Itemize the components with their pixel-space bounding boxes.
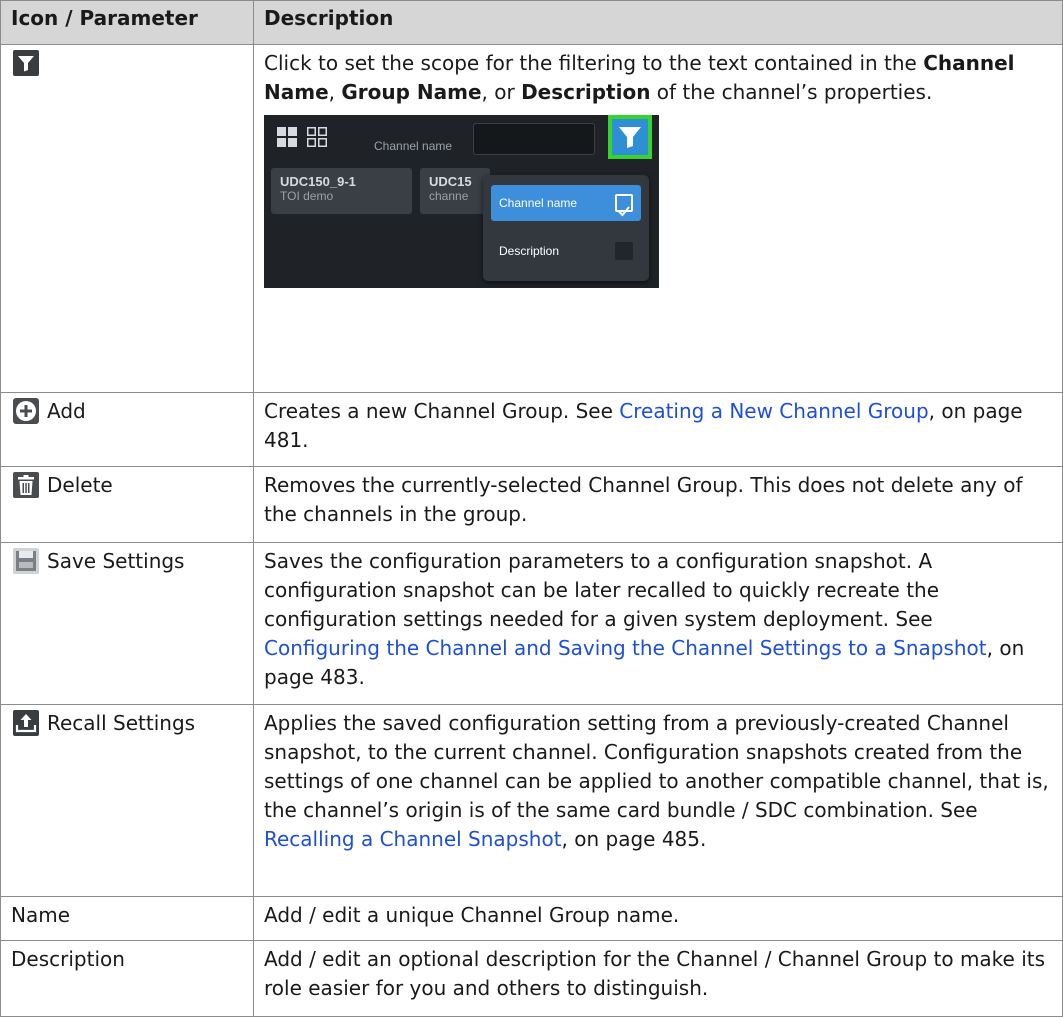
- grid-small-icon[interactable]: [307, 127, 327, 156]
- table-row-name: Name Add / edit a unique Channel Group n…: [0, 896, 1063, 941]
- param-cell-add: Add: [0, 392, 254, 467]
- param-cell-description: Description: [0, 940, 254, 1017]
- filter-desc-sep2: , or: [481, 80, 522, 104]
- tile-2-subtitle: channe: [429, 189, 469, 203]
- grid-large-icon[interactable]: [277, 127, 297, 156]
- recall-desc-prefix: Applies the saved configuration setting …: [264, 711, 1049, 822]
- tile-1-subtitle: TOI demo: [280, 189, 334, 203]
- link-creating-new-channel-group[interactable]: Creating a New Channel Group: [619, 399, 928, 423]
- tile-2-title: UDC15: [429, 174, 472, 189]
- table-row-add: Add Creates a new Channel Group. See Cre…: [0, 392, 1063, 467]
- table-header-row: Icon / Parameter Description: [0, 0, 1063, 45]
- filter-desc-suffix: of the channel’s properties.: [650, 80, 933, 104]
- param-label-add: Add: [47, 399, 86, 423]
- table-row-delete: Delete Removes the currently-selected Ch…: [0, 466, 1063, 543]
- param-label-delete: Delete: [47, 473, 113, 497]
- filter-desc-prefix: Click to set the scope for the filtering…: [264, 51, 924, 75]
- checkbox-unchecked-icon[interactable]: [615, 242, 633, 260]
- param-cell-filter: [0, 44, 254, 393]
- trash-icon: [13, 472, 39, 498]
- header-icon-parameter: Icon / Parameter: [0, 0, 254, 45]
- table-row-recall-settings: Recall Settings Applies the saved config…: [0, 704, 1063, 897]
- param-label-save: Save Settings: [47, 549, 185, 573]
- param-cell-name: Name: [0, 896, 254, 941]
- desc-cell-name: Add / edit a unique Channel Group name.: [253, 896, 1063, 941]
- link-recalling-channel-snapshot[interactable]: Recalling a Channel Snapshot: [264, 827, 562, 851]
- table-row-save-settings: Save Settings Saves the configuration pa…: [0, 542, 1063, 705]
- param-cell-recall: Recall Settings: [0, 704, 254, 897]
- desc-cell-recall: Applies the saved configuration setting …: [253, 704, 1063, 897]
- filter-icon: [13, 50, 39, 76]
- filter-screenshot: Channel name UDC150_9-1 TOI demo UDC15 c…: [264, 115, 659, 288]
- add-circle-icon: [13, 398, 39, 424]
- param-label-recall: Recall Settings: [47, 711, 196, 735]
- parameter-table: Icon / Parameter Description Click to se…: [0, 0, 1063, 1017]
- param-cell-save: Save Settings: [0, 542, 254, 705]
- desc-cell-filter: Click to set the scope for the filtering…: [253, 44, 1063, 393]
- desc-cell-description: Add / edit an optional description for t…: [253, 940, 1063, 1017]
- channel-tile-2[interactable]: UDC15 channe: [420, 168, 490, 214]
- checkbox-checked-icon[interactable]: [615, 194, 633, 217]
- dropdown-item-description[interactable]: Description: [491, 233, 641, 269]
- tile-1-title: UDC150_9-1: [280, 174, 356, 189]
- filter-scope-dropdown: Channel name Description: [483, 175, 649, 281]
- dropdown-item-description-label: Description: [499, 244, 560, 258]
- recall-desc-suffix: , on page 485.: [561, 827, 707, 851]
- add-desc-prefix: Creates a new Channel Group. See: [264, 399, 620, 423]
- save-desc-prefix: Saves the configuration parameters to a …: [264, 549, 940, 631]
- table-row-filter: Click to set the scope for the filtering…: [0, 44, 1063, 393]
- save-floppy-icon: [13, 548, 39, 574]
- filter-desc-sep1: ,: [328, 80, 342, 104]
- desc-cell-add: Creates a new Channel Group. See Creatin…: [253, 392, 1063, 467]
- desc-cell-save: Saves the configuration parameters to a …: [253, 542, 1063, 705]
- filter-button[interactable]: [612, 119, 648, 155]
- dropdown-item-channel-name-label: Channel name: [499, 196, 578, 210]
- channel-tile-1[interactable]: UDC150_9-1 TOI demo: [271, 168, 412, 214]
- link-configuring-channel-snapshot[interactable]: Configuring the Channel and Saving the C…: [264, 636, 987, 660]
- header-description: Description: [253, 0, 1063, 45]
- upload-icon: [13, 710, 39, 736]
- param-cell-delete: Delete: [0, 466, 254, 543]
- channel-name-filter-input[interactable]: [473, 123, 595, 155]
- desc-cell-delete: Removes the currently-selected Channel G…: [253, 466, 1063, 543]
- dropdown-item-channel-name[interactable]: Channel name: [491, 185, 641, 221]
- filter-desc-description: Description: [521, 80, 651, 104]
- channel-name-filter-label: Channel name: [374, 139, 453, 153]
- filter-funnel-icon: [619, 127, 641, 148]
- table-row-description: Description Add / edit an optional descr…: [0, 940, 1063, 1017]
- filter-desc-group-name: Group Name: [341, 80, 482, 104]
